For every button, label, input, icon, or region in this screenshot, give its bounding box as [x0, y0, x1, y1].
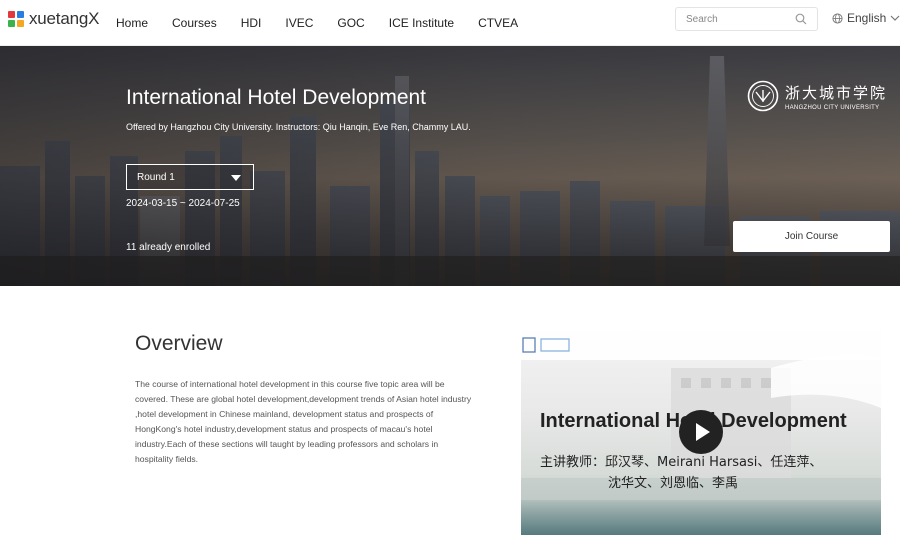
video-logo-icon — [522, 337, 570, 353]
course-intro-video[interactable]: International Hotel Development 主讲教师：邱汉琴… — [521, 328, 881, 535]
logo-mark-icon — [8, 11, 24, 27]
overview-text: The course of international hotel develo… — [135, 377, 500, 467]
play-button[interactable] — [679, 410, 723, 454]
language-selector[interactable]: English — [832, 11, 900, 25]
nav-courses[interactable]: Courses — [172, 16, 217, 30]
top-nav: xuetangX Home Courses HDI IVEC GOC ICE I… — [0, 0, 900, 46]
video-instructors-line1: 主讲教师：邱汉琴、Meirani Harsasi、任连萍、 — [540, 455, 823, 470]
nav-goc[interactable]: GOC — [337, 16, 364, 30]
video-footer-gradient — [521, 500, 881, 535]
course-offered-by: Offered by Hangzhou City University. Ins… — [126, 122, 471, 132]
main-menu: Home Courses HDI IVEC GOC ICE Institute … — [116, 0, 542, 46]
round-select[interactable]: Round 1 — [126, 164, 254, 190]
nav-ivec[interactable]: IVEC — [285, 16, 313, 30]
nav-home[interactable]: Home — [116, 16, 148, 30]
logo-text: xuetangX — [29, 9, 100, 28]
globe-icon — [832, 12, 843, 24]
university-name-cn: 浙大城市学院 — [785, 83, 888, 102]
language-label: English — [847, 11, 887, 25]
nav-ctvea[interactable]: CTVEA — [478, 16, 518, 30]
course-hero: International Hotel Development Offered … — [0, 46, 900, 286]
university-logo: 浙大城市学院 HANGZHOU CITY UNIVERSITY — [747, 80, 887, 112]
video-instructors-line2: 沈华文、刘恩临、李禹 — [608, 476, 739, 491]
search-box — [675, 7, 818, 31]
overview-line: hospitality fields. — [135, 454, 199, 464]
video-header-strip — [521, 328, 881, 360]
course-title: International Hotel Development — [126, 86, 427, 109]
university-emblem-icon — [747, 80, 779, 112]
search-input[interactable] — [676, 8, 786, 30]
nav-ice-institute[interactable]: ICE Institute — [389, 16, 454, 30]
overview-line: The course of international hotel develo… — [135, 379, 445, 389]
university-name-en: HANGZHOU CITY UNIVERSITY — [785, 104, 880, 111]
course-dates: 2024-03-15 ~ 2024-07-25 — [126, 198, 240, 209]
overview-line: HongKong's hotel industry,development st… — [135, 424, 433, 434]
xuetangx-logo[interactable]: xuetangX — [8, 9, 99, 29]
overview-line: ,hotel development in Chinese mainland, … — [135, 409, 434, 419]
overview-line: covered. These are global hotel developm… — [135, 394, 472, 404]
nav-hdi[interactable]: HDI — [241, 16, 262, 30]
overview-line: industry.Each of these sections will tau… — [135, 439, 439, 449]
join-course-button[interactable]: Join Course — [733, 221, 890, 252]
chevron-down-icon — [890, 15, 900, 21]
caret-down-icon — [231, 175, 241, 181]
round-select-value: Round 1 — [137, 171, 175, 183]
enrolled-count: 11 already enrolled — [126, 242, 211, 253]
search-icon[interactable] — [795, 13, 807, 25]
overview-title: Overview — [135, 332, 223, 355]
